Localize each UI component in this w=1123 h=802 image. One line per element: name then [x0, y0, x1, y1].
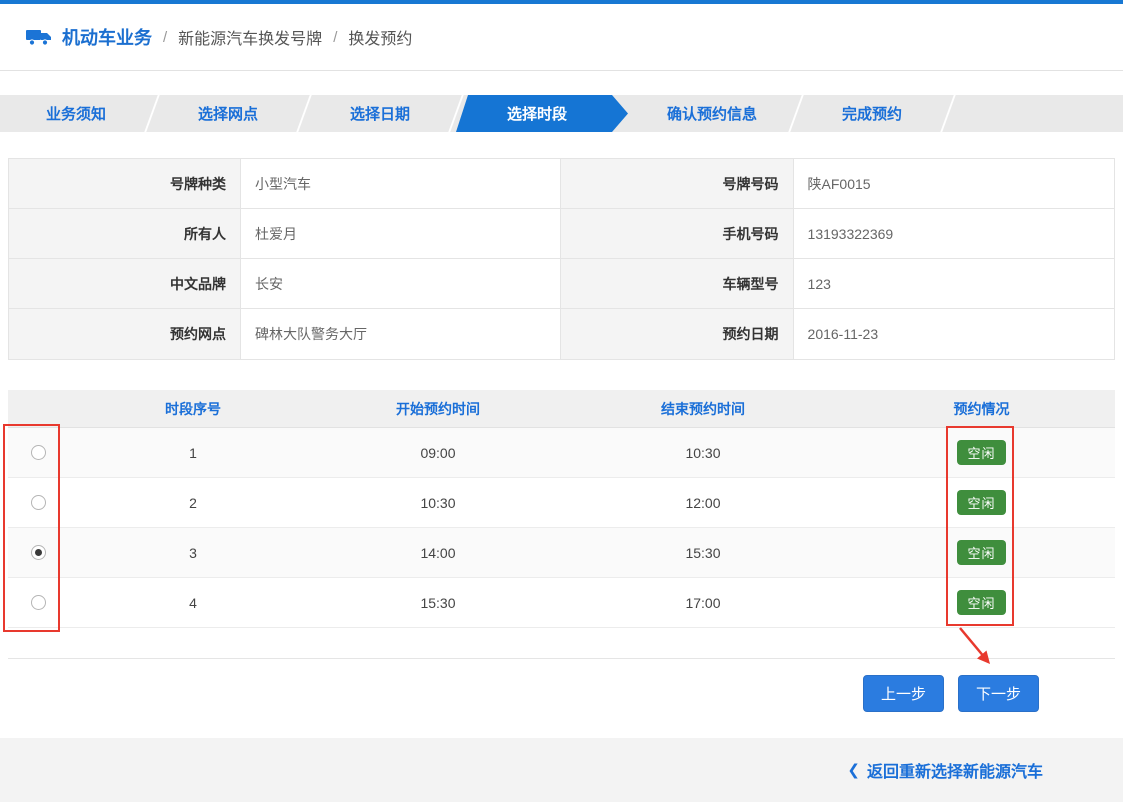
slot-start: 09:00 — [318, 428, 558, 477]
slot-seq: 1 — [68, 428, 318, 477]
info-value: 杜爱月 — [241, 209, 561, 259]
info-label: 号牌种类 — [9, 159, 241, 209]
breadcrumb-separator: / — [163, 29, 167, 46]
slot-status-cell: 空闲 — [848, 578, 1115, 627]
slot-status-cell: 空闲 — [848, 528, 1115, 577]
breadcrumb-separator: / — [333, 29, 337, 46]
prev-step-button[interactable]: 上一步 — [863, 675, 944, 712]
slot-end: 15:30 — [558, 528, 848, 577]
step-tab-4[interactable]: 选择时段 — [456, 95, 628, 132]
slot-status-cell: 空闲 — [848, 478, 1115, 527]
info-label: 手机号码 — [561, 209, 793, 259]
slots-header-cell: 时段序号 — [68, 390, 318, 427]
slot-radio-cell — [8, 578, 68, 627]
info-value: 长安 — [241, 259, 561, 309]
slot-radio[interactable] — [31, 445, 46, 460]
slots-body: 109:0010:30空闲210:3012:00空闲314:0015:30空闲4… — [8, 428, 1115, 628]
breadcrumb-vehicle-services[interactable]: 机动车业务 — [62, 24, 152, 50]
slot-seq: 4 — [68, 578, 318, 627]
step-label: 业务须知 — [46, 103, 106, 124]
slot-row: 210:3012:00 空闲 — [8, 478, 1115, 528]
info-label: 车辆型号 — [561, 259, 793, 309]
header: 机动车业务 / 新能源汽车换发号牌 / 换发预约 — [0, 0, 1123, 71]
slot-radio-cell — [8, 428, 68, 477]
slot-end: 17:00 — [558, 578, 848, 627]
slot-status-cell: 空闲 — [848, 428, 1115, 477]
back-to-vehicle-select-link[interactable]: ❮ 返回重新选择新能源汽车 — [847, 758, 1043, 782]
footer-bar: ❮ 返回重新选择新能源汽车 — [0, 738, 1123, 802]
info-value: 碑林大队警务大厅 — [241, 309, 561, 359]
slot-seq: 3 — [68, 528, 318, 577]
info-label: 所有人 — [9, 209, 241, 259]
slot-start: 10:30 — [318, 478, 558, 527]
step-tab-2[interactable]: 选择网点 — [152, 95, 304, 132]
step-label: 选择网点 — [198, 103, 258, 124]
info-label: 号牌号码 — [561, 159, 793, 209]
slot-seq: 2 — [68, 478, 318, 527]
action-bar: 上一步 下一步 — [8, 658, 1115, 726]
info-value: 小型汽车 — [241, 159, 561, 209]
status-badge: 空闲 — [957, 490, 1005, 515]
info-table: 号牌种类小型汽车号牌号码陕AF0015 所有人杜爱月手机号码13193322369… — [8, 158, 1115, 360]
next-step-button[interactable]: 下一步 — [958, 675, 1039, 712]
slot-row: 415:3017:00 空闲 — [8, 578, 1115, 628]
info-label: 预约日期 — [561, 309, 793, 359]
info-value: 123 — [794, 259, 1114, 309]
slot-radio-cell — [8, 528, 68, 577]
info-label: 中文品牌 — [9, 259, 241, 309]
slot-end: 10:30 — [558, 428, 848, 477]
status-badge: 空闲 — [957, 590, 1005, 615]
back-link-label: 返回重新选择新能源汽车 — [867, 758, 1043, 782]
step-label: 选择日期 — [350, 103, 410, 124]
slot-end: 12:00 — [558, 478, 848, 527]
slot-start: 15:30 — [318, 578, 558, 627]
info-label: 预约网点 — [9, 309, 241, 359]
step-label: 确认预约信息 — [667, 103, 757, 124]
slot-row: 109:0010:30 空闲 — [8, 428, 1115, 478]
step-tab-6[interactable]: 完成预约 — [796, 95, 948, 132]
slots-header-cell: 开始预约时间 — [318, 390, 558, 427]
breadcrumb-plate-renewal[interactable]: 新能源汽车换发号牌 — [178, 25, 322, 49]
step-label: 选择时段 — [507, 103, 567, 124]
status-badge: 空闲 — [957, 440, 1005, 465]
step-tab-5[interactable]: 确认预约信息 — [628, 95, 796, 132]
slots-table: 时段序号开始预约时间结束预约时间预约情况 109:0010:30空闲210:30… — [8, 390, 1115, 628]
info-value: 2016-11-23 — [794, 309, 1114, 359]
slot-radio[interactable] — [31, 495, 46, 510]
step-tab-1[interactable]: 业务须知 — [0, 95, 152, 132]
info-value: 陕AF0015 — [794, 159, 1114, 209]
back-arrow-icon: ❮ — [847, 761, 860, 779]
info-value: 13193322369 — [794, 209, 1114, 259]
slots-header-cell: 结束预约时间 — [558, 390, 848, 427]
slots-header-radio-spacer — [8, 390, 68, 427]
slots-header: 时段序号开始预约时间结束预约时间预约情况 — [8, 390, 1115, 428]
slot-radio-cell — [8, 478, 68, 527]
step-tab-3[interactable]: 选择日期 — [304, 95, 456, 132]
slots-header-cell: 预约情况 — [848, 390, 1115, 427]
slot-row: 314:0015:30 空闲 — [8, 528, 1115, 578]
slot-radio[interactable] — [31, 595, 46, 610]
truck-icon — [26, 27, 52, 47]
status-badge: 空闲 — [957, 540, 1005, 565]
step-label: 完成预约 — [842, 103, 902, 124]
slot-start: 14:00 — [318, 528, 558, 577]
slot-radio[interactable] — [31, 545, 46, 560]
breadcrumb-appointment: 换发预约 — [348, 25, 412, 49]
steps-bar: 业务须知 选择网点 选择日期 选择时段 确认预约信息 完成预约 — [0, 95, 1123, 132]
